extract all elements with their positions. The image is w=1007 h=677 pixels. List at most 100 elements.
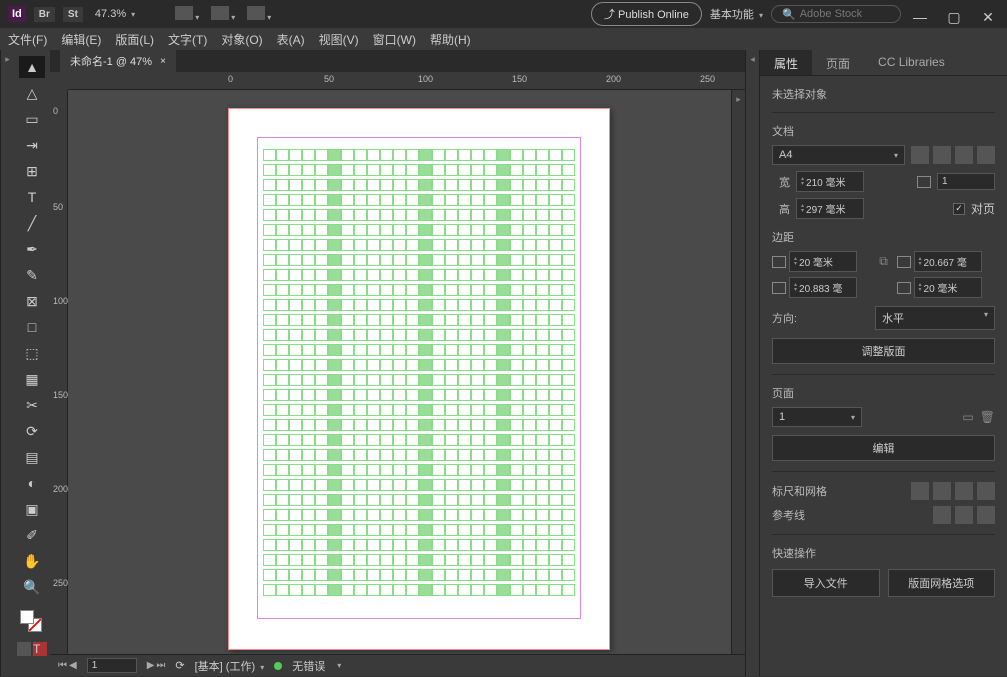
tab-pages[interactable]: 页面 (812, 50, 864, 75)
page-select[interactable]: 1▾ (772, 407, 862, 427)
menu-view[interactable]: 视图(V) (319, 31, 359, 48)
menu-object[interactable]: 对象(O) (221, 31, 262, 48)
content-collector-tool[interactable]: ⊞ (19, 160, 45, 182)
publish-online-button[interactable]: ⤴ Publish Online (591, 2, 702, 26)
note-tool[interactable]: ▣ (19, 498, 45, 520)
lock-guides-icon[interactable] (955, 506, 973, 524)
edit-page-button[interactable]: 编辑 (772, 435, 995, 461)
type-tool[interactable]: T (19, 186, 45, 208)
margin-right-input[interactable]: ▴▾20.667 毫 (914, 251, 982, 272)
tool-panel: ▲ △ ▭ ⇥ ⊞ T ╱ ✒ ✎ ⊠ □ ⬚ ▦ ✂ ⟳ ▤ ◐ ▣ ✐ ✋ … (14, 50, 50, 676)
ruler-vertical[interactable]: 050100150200250 (50, 90, 68, 654)
rectangle-frame-tool[interactable]: ⊠ (19, 290, 45, 312)
master-icon[interactable]: ⟳ (175, 659, 184, 672)
page-spread[interactable] (228, 108, 610, 650)
ruler-icon[interactable] (911, 482, 929, 500)
page-number-field[interactable]: 1 (87, 658, 137, 673)
menu-table[interactable]: 表(A) (277, 31, 305, 48)
gap-tool[interactable]: ⇥ (19, 134, 45, 156)
view-mode-icon[interactable]: ▾ (175, 6, 199, 23)
last-page-button[interactable]: ⏭ (156, 660, 165, 671)
hand-tool[interactable]: ✋ (19, 550, 45, 572)
columns-input[interactable]: 1 (937, 173, 995, 190)
direction-select[interactable]: 水平▾ (875, 306, 995, 330)
status-bar: ⏮ ◀ 1 ▶ ⏭ ⟳ [基本] (工作) ▾ 无错误 ▾ (50, 654, 745, 676)
preflight-status-icon (274, 662, 282, 670)
maximize-button[interactable]: ▢ (943, 9, 965, 19)
orientation-portrait-icon[interactable] (911, 146, 929, 164)
margin-left-input[interactable]: ▴▾20 毫米 (914, 277, 982, 298)
delete-page-icon[interactable]: 🗑 (980, 410, 995, 424)
margin-top-input[interactable]: ▴▾20 毫米 (789, 251, 857, 272)
bridge-badge[interactable]: Br (34, 7, 55, 22)
page-tool[interactable]: ▭ (19, 108, 45, 130)
height-input[interactable]: ▴▾297 毫米 (796, 198, 864, 219)
menu-window[interactable]: 窗口(W) (373, 31, 416, 48)
menu-layout[interactable]: 版面(L) (115, 31, 154, 48)
width-input[interactable]: ▴▾210 毫米 (796, 171, 864, 192)
margins-label: 边距 (772, 229, 995, 245)
rectangle-tool[interactable]: □ (19, 316, 45, 338)
screen-mode-icon[interactable]: ▾ (211, 6, 235, 23)
shear-tool[interactable]: ⬚ (19, 342, 45, 364)
panel-collapse-strip[interactable]: ◂ (745, 50, 759, 676)
grid-options-button[interactable]: 版面网格选项 (888, 569, 996, 597)
next-page-button[interactable]: ▶ (147, 660, 155, 671)
free-transform-tool[interactable]: ⟳ (19, 420, 45, 442)
close-button[interactable]: ✕ (977, 9, 999, 19)
zoom-select[interactable]: 47.3% ▾ (91, 6, 139, 22)
import-file-button[interactable]: 导入文件 (772, 569, 880, 597)
orientation-landscape-icon[interactable] (933, 146, 951, 164)
arrange-icon[interactable]: ▾ (247, 6, 271, 23)
pencil-tool[interactable]: ✎ (19, 264, 45, 286)
scissors-tool[interactable]: ✂ (19, 394, 45, 416)
page-size-select[interactable]: A4▾ (772, 145, 905, 165)
binding-left-icon[interactable] (955, 146, 973, 164)
gradient-feather-tool[interactable]: ◐ (19, 472, 45, 494)
facing-pages-checkbox[interactable]: ✓ (953, 203, 965, 215)
view-preview-icon[interactable]: T (33, 642, 47, 656)
selection-tool[interactable]: ▲ (19, 56, 45, 78)
view-normal-icon[interactable] (17, 642, 31, 656)
workspace-select[interactable]: 基本功能 ▾ (710, 6, 763, 22)
baseline-grid-icon[interactable] (933, 482, 951, 500)
line-tool[interactable]: ╱ (19, 212, 45, 234)
new-page-icon[interactable]: ▭ (962, 410, 973, 424)
ruler-horizontal[interactable]: 050100150200250 (68, 72, 745, 90)
margin-bottom-input[interactable]: ▴▾20.883 毫 (789, 277, 857, 298)
ruler-origin[interactable] (50, 72, 68, 90)
adobe-stock-search[interactable]: 🔍 Adobe Stock (771, 5, 901, 23)
right-scroll-strip[interactable]: ▸ (731, 90, 745, 654)
menu-file[interactable]: 文件(F) (8, 31, 47, 48)
document-viewport[interactable] (68, 90, 731, 654)
link-margins-icon[interactable]: ⧉ (876, 254, 892, 269)
smart-guides-icon[interactable] (977, 506, 995, 524)
app-badge: Id (8, 6, 26, 22)
table-tool[interactable]: ▦ (19, 368, 45, 390)
menu-edit[interactable]: 编辑(E) (61, 31, 101, 48)
stock-badge[interactable]: St (63, 7, 83, 22)
menu-type[interactable]: 文字(T) (168, 31, 207, 48)
document-grid-icon[interactable] (955, 482, 973, 500)
preflight-status-text[interactable]: 无错误 (292, 658, 325, 674)
tab-cc-libraries[interactable]: CC Libraries (864, 50, 959, 75)
close-tab-icon[interactable]: × (160, 56, 166, 67)
document-tab[interactable]: 未命名-1 @ 47% × (60, 50, 176, 72)
direct-selection-tool[interactable]: △ (19, 82, 45, 104)
show-guides-icon[interactable] (933, 506, 951, 524)
first-page-button[interactable]: ⏮ (58, 660, 67, 671)
binding-right-icon[interactable] (977, 146, 995, 164)
minimize-button[interactable]: — (909, 9, 931, 19)
gradient-swatch-tool[interactable]: ▤ (19, 446, 45, 468)
layout-grid-icon[interactable] (977, 482, 995, 500)
tab-properties[interactable]: 属性 (760, 50, 812, 75)
zoom-tool[interactable]: 🔍 (19, 576, 45, 598)
fill-stroke-swatch[interactable] (20, 610, 44, 634)
adjust-layout-button[interactable]: 调整版面 (772, 338, 995, 364)
prev-page-button[interactable]: ◀ (69, 660, 77, 671)
menu-help[interactable]: 帮助(H) (430, 31, 471, 48)
left-collapse-strip[interactable]: ▸ (0, 50, 14, 676)
preset-label[interactable]: [基本] (工作) ▾ (195, 658, 265, 674)
eyedropper-tool[interactable]: ✐ (19, 524, 45, 546)
pen-tool[interactable]: ✒ (19, 238, 45, 260)
